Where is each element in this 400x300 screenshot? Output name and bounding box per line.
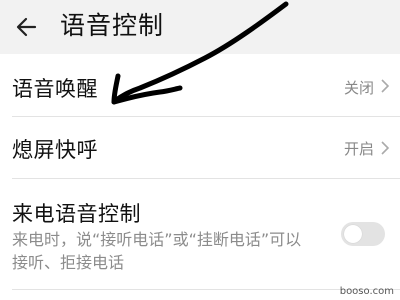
screen-off-call-row[interactable]: 熄屏快呼 开启 (0, 118, 400, 178)
incoming-call-voice-label: 来电语音控制 (12, 202, 141, 226)
toggle-knob (344, 225, 362, 243)
chevron-right-icon (381, 141, 390, 155)
page-title: 语音控制 (60, 11, 165, 40)
watermark: booso.com (339, 286, 394, 297)
voice-wakeup-label: 语音唤醒 (12, 77, 98, 101)
screen-off-call-label: 熄屏快呼 (12, 138, 98, 162)
incoming-call-voice-description: 来电时，说“接听电话”或“挂断电话”可以接听、拒接电话 (12, 230, 302, 272)
screen-off-call-value: 开启 (343, 140, 374, 158)
voice-wakeup-row[interactable]: 语音唤醒 关闭 (0, 56, 400, 116)
back-button[interactable] (10, 10, 44, 44)
voice-wakeup-value: 关闭 (343, 79, 374, 97)
divider (12, 178, 400, 179)
chevron-right-icon (381, 79, 390, 93)
divider (12, 116, 400, 117)
app-header: 语音控制 (0, 0, 400, 54)
incoming-call-voice-toggle[interactable] (341, 222, 385, 246)
arrow-left-icon (16, 17, 37, 37)
